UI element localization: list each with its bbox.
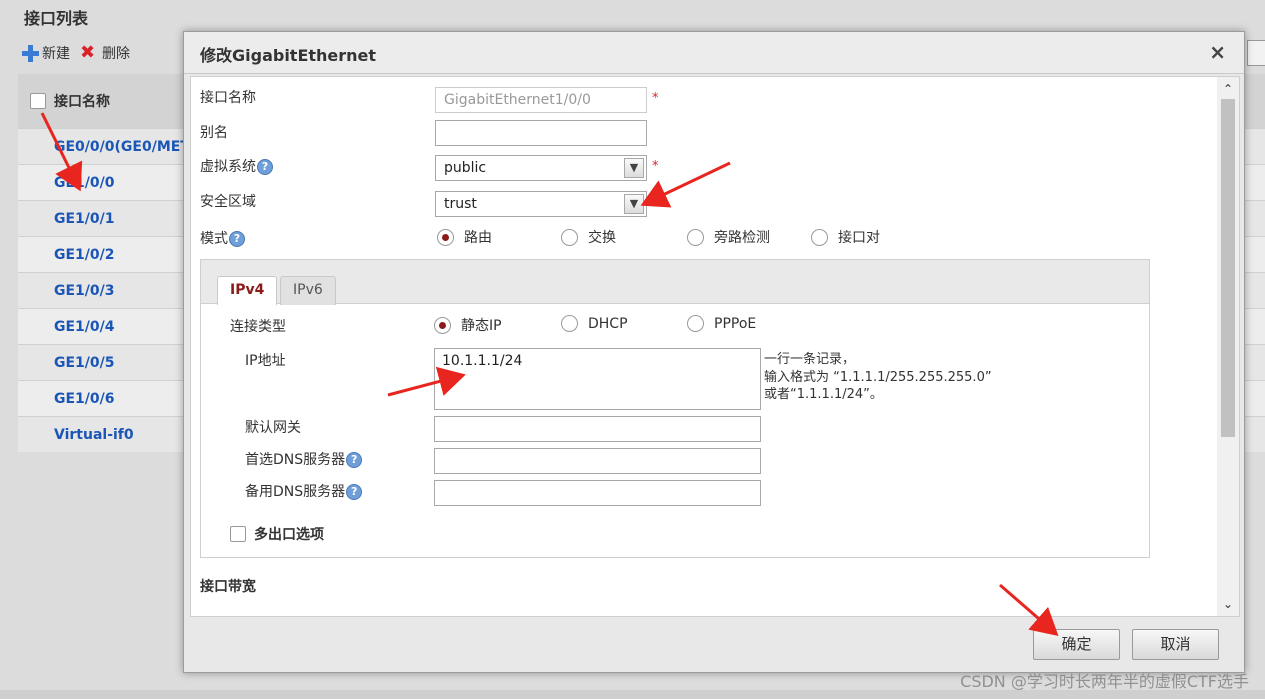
alias-input[interactable]	[435, 120, 647, 146]
mode-label-text: 模式	[200, 231, 228, 247]
new-button-label: 新建	[42, 46, 70, 62]
radio-unchecked[interactable]	[561, 228, 578, 246]
mode-radio-switch[interactable]: 交换	[561, 227, 616, 247]
dns2-label: 备用DNS服务器?	[245, 481, 363, 501]
radio-unchecked[interactable]	[687, 228, 704, 246]
dns1-label: 首选DNS服务器?	[245, 449, 363, 469]
plus-icon	[22, 44, 39, 62]
conn-option-label: DHCP	[588, 315, 628, 332]
help-icon[interactable]: ?	[346, 484, 363, 500]
conn-radio-pppoe[interactable]: PPPoE	[687, 315, 756, 332]
dns2-input[interactable]	[434, 480, 761, 506]
select-all-checkbox[interactable]	[30, 93, 46, 109]
chevron-down-icon[interactable]: ⌄	[1222, 598, 1234, 610]
tab-strip: IPv4 IPv6	[201, 260, 1149, 305]
conn-radio-dhcp[interactable]: DHCP	[561, 315, 628, 332]
zone-select[interactable]: trust ▼	[435, 191, 647, 217]
mode-label: 模式?	[200, 228, 245, 248]
chevron-down-icon[interactable]: ▼	[624, 194, 644, 214]
bandwidth-section-title: 接口带宽	[200, 579, 256, 595]
ok-button[interactable]: 确定	[1033, 629, 1120, 660]
required-mark: *	[652, 159, 659, 174]
alias-label: 别名	[200, 125, 228, 141]
edit-interface-dialog: 修改GigabitEthernet × 接口名称 GigabitEthernet…	[183, 31, 1245, 673]
new-button[interactable]: 新建	[22, 43, 70, 63]
interface-name-label: 接口名称	[200, 90, 256, 106]
gateway-input[interactable]	[434, 416, 761, 442]
conn-type-label: 连接类型	[230, 319, 286, 335]
ip-address-textarea[interactable]: 10.1.1.1/24	[434, 348, 761, 410]
mode-option-label: 旁路检测	[714, 230, 770, 246]
radio-unchecked[interactable]	[561, 315, 578, 332]
vsys-label: 虚拟系统?	[200, 156, 273, 176]
radio-unchecked[interactable]	[687, 315, 704, 332]
zone-value: trust	[444, 196, 477, 212]
column-header-name: 接口名称	[54, 94, 110, 110]
ip-address-label: IP地址	[245, 353, 286, 369]
ip-hint-line: 一行一条记录，	[764, 352, 856, 367]
delete-icon: ✖	[80, 42, 96, 63]
vsys-label-text: 虚拟系统	[200, 159, 256, 175]
conn-option-label: 静态IP	[461, 318, 502, 334]
multi-exit-option[interactable]: 多出口选项	[230, 524, 324, 544]
help-icon[interactable]: ?	[257, 159, 273, 175]
radio-unchecked[interactable]	[811, 228, 828, 246]
chevron-up-icon[interactable]: ⌃	[1222, 83, 1234, 95]
delete-button-label: 删除	[102, 46, 130, 62]
delete-button[interactable]: ✖ 删除	[80, 43, 130, 63]
dns1-label-text: 首选DNS服务器	[245, 452, 346, 468]
tab-ipv4[interactable]: IPv4	[217, 276, 278, 305]
watermark-text: CSDN @学习时长两年半的虚假CTF选手	[960, 672, 1249, 691]
mode-radio-pair[interactable]: 接口对	[811, 227, 880, 247]
mode-radio-route[interactable]: 路由	[437, 227, 492, 247]
mode-radio-bypass[interactable]: 旁路检测	[687, 227, 770, 247]
mode-option-label: 交换	[588, 230, 616, 246]
page-title: 接口列表	[0, 0, 1265, 32]
dns2-label-text: 备用DNS服务器	[245, 484, 346, 500]
conn-radio-static[interactable]: 静态IP	[434, 315, 502, 335]
vsys-value: public	[444, 160, 487, 176]
interface-name-field: GigabitEthernet1/0/0	[435, 87, 647, 113]
conn-option-label: PPPoE	[714, 315, 757, 332]
help-icon[interactable]: ?	[346, 452, 363, 468]
required-mark: *	[652, 91, 659, 106]
close-icon[interactable]: ×	[1209, 41, 1226, 63]
dns1-input[interactable]	[434, 448, 761, 474]
dialog-footer: 确定 取消	[184, 620, 1244, 672]
cancel-button[interactable]: 取消	[1132, 629, 1219, 660]
chevron-down-icon[interactable]: ▼	[624, 158, 644, 178]
dialog-body: 接口名称 GigabitEthernet1/0/0 * 别名 虚拟系统? pub…	[190, 76, 1240, 617]
gateway-label: 默认网关	[245, 420, 301, 436]
multi-exit-label: 多出口选项	[254, 527, 324, 543]
mode-option-label: 路由	[464, 230, 492, 246]
radio-checked[interactable]	[437, 228, 454, 246]
vsys-select[interactable]: public ▼	[435, 155, 647, 181]
toolbar: 新建 ✖ 删除	[22, 43, 140, 63]
help-icon[interactable]: ?	[229, 231, 245, 247]
scroll-thumb[interactable]	[1221, 99, 1235, 437]
radio-checked[interactable]	[434, 316, 451, 334]
page-size-select[interactable]	[1247, 40, 1265, 66]
ip-hint-line: 输入格式为 “1.1.1.1/255.255.255.0”	[764, 370, 992, 385]
ip-hint-line: 或者“1.1.1.1/24”。	[764, 387, 883, 402]
tab-ipv6[interactable]: IPv6	[280, 276, 336, 305]
zone-label: 安全区域	[200, 194, 256, 210]
dialog-scrollbar[interactable]: ⌃ ⌄	[1217, 77, 1239, 616]
multi-exit-checkbox[interactable]	[230, 526, 246, 542]
ip-config-panel: IPv4 IPv6 连接类型 静态IP DHCP PPPoE IP地址 10.1…	[200, 259, 1150, 558]
dialog-title: 修改GigabitEthernet	[184, 32, 1244, 74]
mode-option-label: 接口对	[838, 230, 880, 246]
